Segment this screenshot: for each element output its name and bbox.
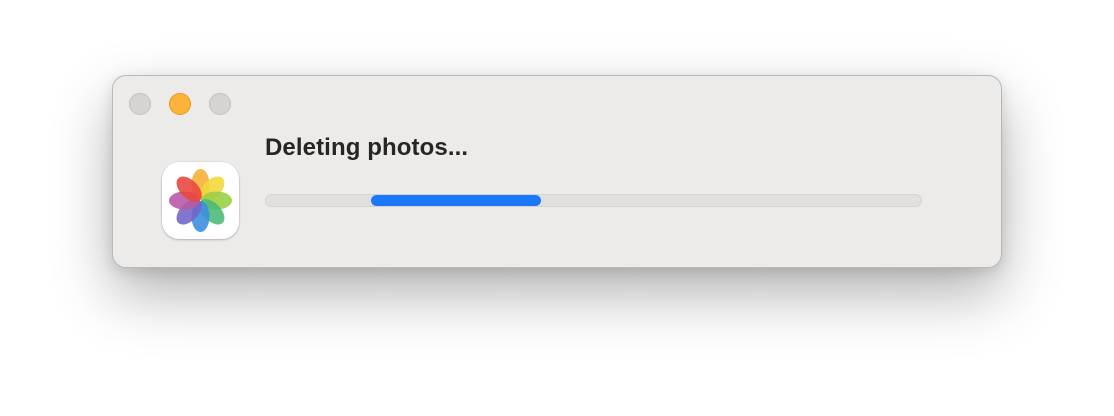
progress-dialog-window: Deleting photos... xyxy=(112,75,1002,268)
photos-app-icon xyxy=(162,162,239,239)
progress-bar-fill xyxy=(370,195,542,206)
window-close-button[interactable] xyxy=(129,93,151,115)
dialog-title: Deleting photos... xyxy=(265,134,469,161)
photos-flower-icon xyxy=(169,169,232,232)
progress-bar xyxy=(265,194,922,207)
window-minimize-button[interactable] xyxy=(169,93,191,115)
window-zoom-button[interactable] xyxy=(209,93,231,115)
